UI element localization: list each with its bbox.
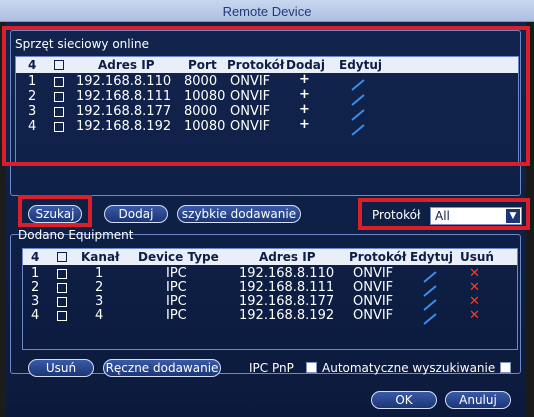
auto-search-label: Automatyczne wyszukiwanie: [322, 361, 496, 375]
select-all-checkbox[interactable]: [57, 252, 67, 262]
cell-channel: 2: [95, 280, 104, 295]
cell-type: IPC: [166, 294, 187, 309]
delete-icon[interactable]: ✕: [469, 280, 480, 295]
auto-search-checkbox[interactable]: [500, 362, 511, 373]
ipc-pnp-label: IPC PnP: [249, 361, 294, 375]
cell-type: IPC: [166, 308, 187, 323]
header-device-type: Device Type: [138, 250, 219, 264]
delete-icon[interactable]: ✕: [469, 266, 480, 281]
cell-num: 4: [31, 308, 40, 323]
cell-num: 3: [31, 294, 40, 309]
cell-address: 192.168.8.110: [239, 266, 335, 281]
row-checkbox[interactable]: [57, 269, 67, 279]
cell-channel: 1: [95, 266, 104, 281]
added-devices-table: 4 Kanał Device Type Adres IP Protokół Ed…: [22, 248, 518, 350]
cell-address: 192.168.8.111: [239, 280, 335, 295]
ipc-pnp-checkbox[interactable]: [306, 362, 317, 373]
title-bar: Remote Device: [0, 0, 534, 22]
header-channel: Kanał: [81, 250, 120, 264]
delete-icon[interactable]: ✕: [469, 308, 480, 323]
header-edit: Edytuj: [410, 250, 454, 264]
cell-channel: 4: [95, 308, 104, 323]
highlight-online-table: [2, 26, 530, 166]
header-protocol: Protokół: [349, 250, 407, 264]
header-address: Adres IP: [259, 250, 316, 264]
remote-device-dialog: Remote Device Sprzęt sieciowy online 4 A…: [0, 0, 534, 417]
cell-channel: 3: [95, 294, 104, 309]
table-row[interactable]: 4 4 IPC 192.168.8.192 ONVIF ✕: [23, 308, 517, 325]
cell-protocol: ONVIF: [353, 280, 394, 295]
cell-address: 192.168.8.177: [239, 294, 335, 309]
edit-icon[interactable]: [423, 310, 437, 325]
highlight-protocol-select: [358, 198, 530, 230]
add-button[interactable]: Dodaj: [104, 205, 168, 223]
delete-button[interactable]: Usuń: [28, 359, 94, 377]
delete-icon[interactable]: ✕: [469, 294, 480, 309]
cell-protocol: ONVIF: [353, 308, 394, 323]
added-group-title: Dodano Equipment: [18, 228, 134, 242]
quick-add-button[interactable]: szybkie dodawanie: [177, 205, 301, 223]
row-checkbox[interactable]: [57, 283, 67, 293]
row-checkbox[interactable]: [57, 311, 67, 321]
edit-icon[interactable]: [423, 282, 437, 297]
cell-type: IPC: [166, 266, 187, 281]
cell-protocol: ONVIF: [353, 294, 394, 309]
cancel-button[interactable]: Anuluj: [445, 391, 511, 409]
cell-num: 1: [31, 266, 40, 281]
table-header: 4 Kanał Device Type Adres IP Protokół Ed…: [23, 249, 517, 265]
ok-button[interactable]: OK: [371, 391, 437, 409]
manual-add-button[interactable]: Ręczne dodawanie: [103, 359, 221, 377]
window-title: Remote Device: [222, 4, 312, 19]
header-count: 4: [31, 250, 40, 264]
row-checkbox[interactable]: [57, 297, 67, 307]
edit-icon[interactable]: [423, 296, 437, 311]
edit-icon[interactable]: [423, 268, 437, 283]
cell-address: 192.168.8.192: [239, 308, 335, 323]
header-delete: Usuń: [460, 250, 494, 264]
highlight-search-button: [18, 195, 92, 227]
cell-protocol: ONVIF: [353, 266, 394, 281]
cell-num: 2: [31, 280, 40, 295]
cell-type: IPC: [166, 280, 187, 295]
